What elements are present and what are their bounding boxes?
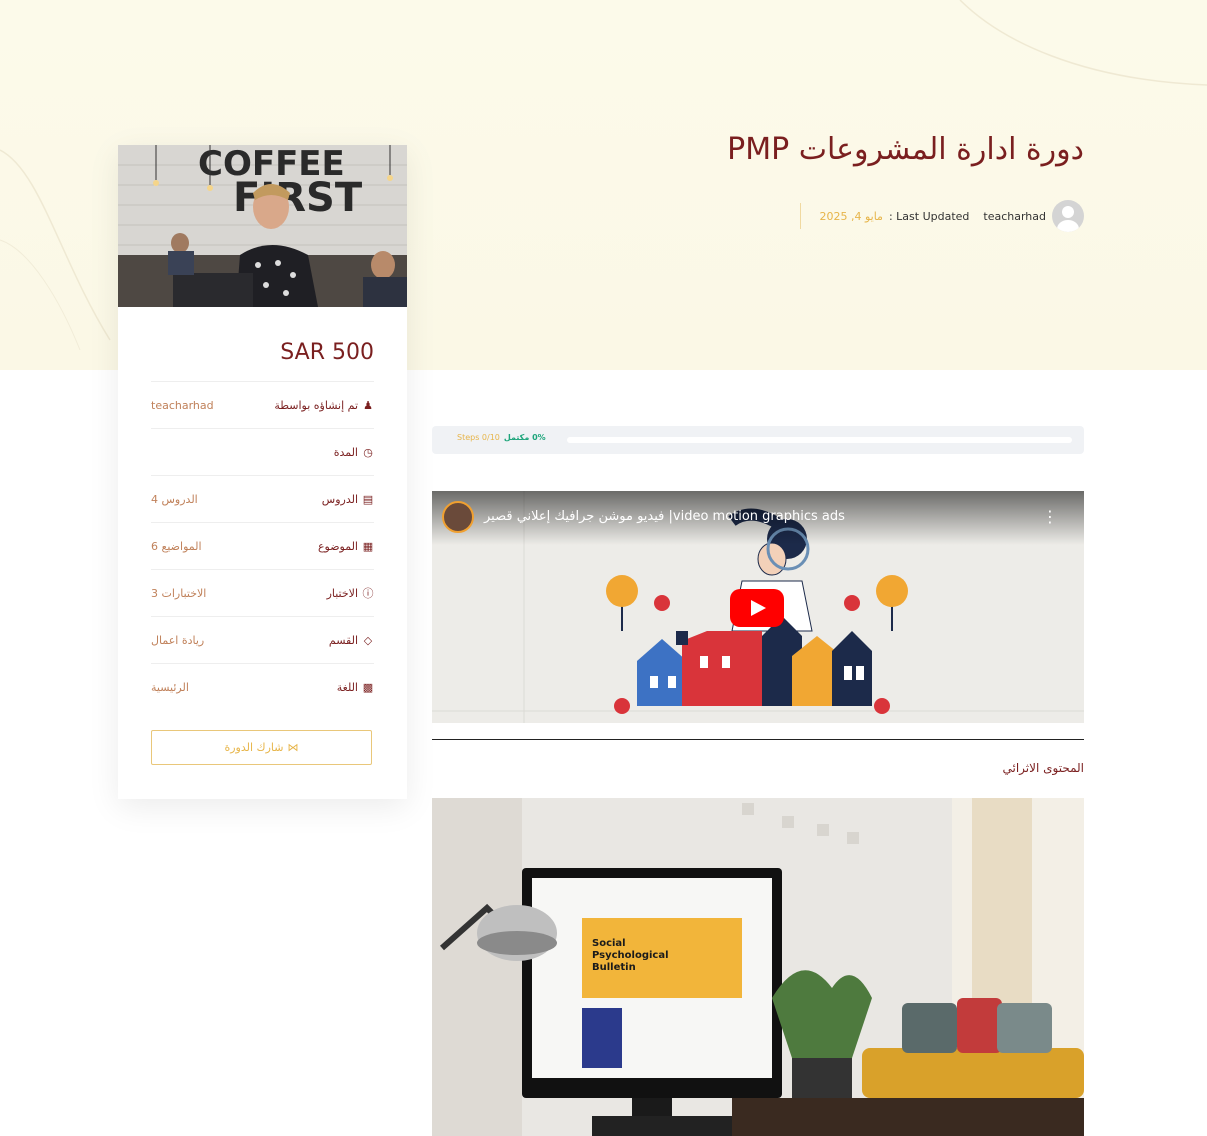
share-label: شارك الدورة bbox=[224, 741, 284, 754]
info-value: الرئيسية bbox=[151, 680, 189, 694]
info-label: الدروس bbox=[321, 492, 358, 506]
tag-icon: ◇ bbox=[363, 633, 373, 647]
progress-text: 0% مكتمل Steps 0/10 bbox=[457, 433, 546, 442]
quiz-icon: ⓘ bbox=[362, 587, 374, 600]
info-label: الموضوع bbox=[317, 539, 358, 553]
info-row-lessons: 4 الدروس ▤ الدروس bbox=[151, 475, 374, 522]
svg-text:Bulletin: Bulletin bbox=[592, 962, 636, 973]
info-label: تم إنشاؤه بواسطة bbox=[274, 398, 358, 412]
progress-percent: 0% مكتمل bbox=[503, 433, 546, 442]
svg-text:Psychological: Psychological bbox=[592, 950, 669, 961]
play-button[interactable] bbox=[730, 589, 784, 627]
video-title[interactable]: فيديو موشن جرافيك إعلاني قصير |video mot… bbox=[484, 509, 845, 524]
svg-text:FIRST: FIRST bbox=[233, 175, 363, 221]
info-row-category: ريادة اعمال ◇ القسم bbox=[151, 616, 374, 663]
info-value: 3 الاختبارات bbox=[151, 586, 207, 600]
author-name[interactable]: teacharhad bbox=[983, 210, 1046, 223]
video-player[interactable]: فيديو موشن جرافيك إعلاني قصير |video mot… bbox=[432, 491, 1084, 723]
info-value: 6 المواضيع bbox=[151, 539, 202, 553]
info-row-author: teacharhad ♟ تم إنشاؤه بواسطة bbox=[151, 381, 374, 428]
progress-steps: Steps 0/10 bbox=[457, 433, 500, 442]
course-info-list: teacharhad ♟ تم إنشاؤه بواسطة ◷ المدة 4 ال… bbox=[151, 381, 374, 710]
info-row-topics: 6 المواضيع ▦ الموضوع bbox=[151, 522, 374, 569]
content-divider bbox=[432, 739, 1084, 740]
more-options-icon[interactable]: ⋮ bbox=[1042, 507, 1058, 526]
book-icon: ▤ bbox=[362, 492, 374, 506]
info-value[interactable]: teacharhad bbox=[151, 399, 214, 412]
last-updated-label: Last Updated : bbox=[888, 209, 970, 223]
last-updated-date: مايو 4, 2025 bbox=[819, 209, 883, 223]
info-row-quizzes: 3 الاختبارات ⓘ الاختبار bbox=[151, 569, 374, 616]
course-meta: teacharhad Last Updated : مايو 4, 2025 bbox=[800, 200, 1084, 232]
progress-track bbox=[567, 437, 1072, 443]
info-label: القسم bbox=[328, 633, 358, 647]
meta-divider bbox=[800, 203, 802, 229]
course-thumbnail: COFFEE FIRST bbox=[118, 145, 407, 307]
info-row-language: الرئيسية ▩ اللغة bbox=[151, 663, 374, 710]
share-icon: ⋈ bbox=[287, 741, 299, 754]
info-row-duration: ◷ المدة bbox=[151, 428, 374, 475]
topic-icon: ▦ bbox=[362, 539, 374, 553]
channel-avatar[interactable] bbox=[442, 501, 474, 533]
author-avatar[interactable] bbox=[1052, 200, 1084, 232]
info-label: المدة bbox=[333, 445, 358, 459]
info-label: اللغة bbox=[336, 680, 358, 694]
language-icon: ▩ bbox=[362, 680, 374, 694]
enrichment-content-heading: المحتوى الاثرائي bbox=[1002, 761, 1084, 775]
share-course-button[interactable]: شارك الدورة ⋈ bbox=[151, 730, 372, 765]
clock-icon: ◷ bbox=[363, 445, 373, 459]
course-price: SAR 500 bbox=[280, 340, 374, 365]
course-progress: 0% مكتمل Steps 0/10 bbox=[432, 426, 1084, 454]
course-info-card: COFFEE FIRST SAR 500 teacharhad ♟ تم إنشا… bbox=[118, 145, 407, 799]
info-value: 4 الدروس bbox=[151, 492, 198, 506]
svg-text:Social: Social bbox=[592, 938, 626, 949]
info-value[interactable]: ريادة اعمال bbox=[151, 634, 204, 647]
enrichment-image: Social Psychological Bulletin bbox=[432, 798, 1084, 1136]
course-title: دورة ادارة المشروعات PMP bbox=[727, 132, 1084, 167]
info-label: الاختبار bbox=[326, 586, 358, 600]
user-icon: ♟ bbox=[363, 398, 373, 412]
